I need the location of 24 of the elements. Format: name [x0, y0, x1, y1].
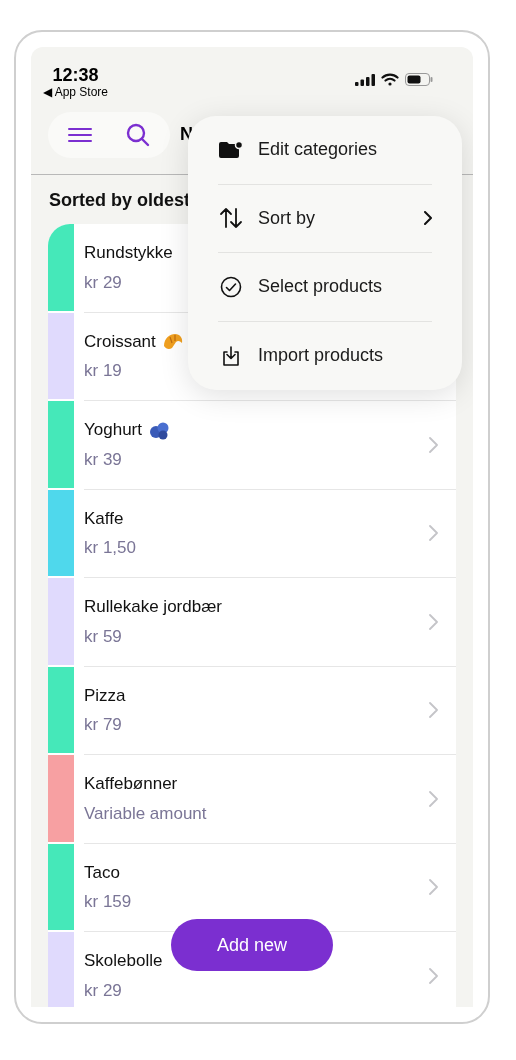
menu-item-label: Edit categories: [258, 138, 379, 162]
product-name: Skolebolle: [84, 950, 163, 973]
product-name: Yoghurt: [84, 419, 142, 442]
product-name: Croissant: [84, 330, 156, 353]
product-price: kr 29: [84, 271, 122, 294]
product-price: kr 39: [84, 448, 122, 471]
product-price: kr 59: [84, 625, 122, 648]
product-price: kr 159: [84, 891, 132, 914]
menu-item-label: Import products: [258, 344, 385, 368]
product-price: kr 1,50: [84, 537, 136, 560]
product-name: Kaffe: [84, 507, 124, 530]
product-name: Pizza: [84, 684, 126, 707]
product-price: kr 29: [84, 979, 122, 1002]
status-time: 12:38: [52, 65, 99, 85]
product-price: Variable amount: [84, 802, 207, 825]
product-name: Rullekake jordbær: [84, 596, 222, 619]
product-name: Rundstykke: [84, 242, 173, 265]
product-name: Kaffebønner: [84, 773, 178, 796]
menu-item-label: Select products: [258, 275, 384, 299]
sort-label: Sorted by oldest: [49, 190, 191, 210]
product-price: kr 79: [84, 714, 122, 737]
menu-item-label: Sort by: [258, 206, 317, 230]
product-price: kr 19: [84, 360, 122, 383]
product-name: Taco: [84, 861, 120, 884]
